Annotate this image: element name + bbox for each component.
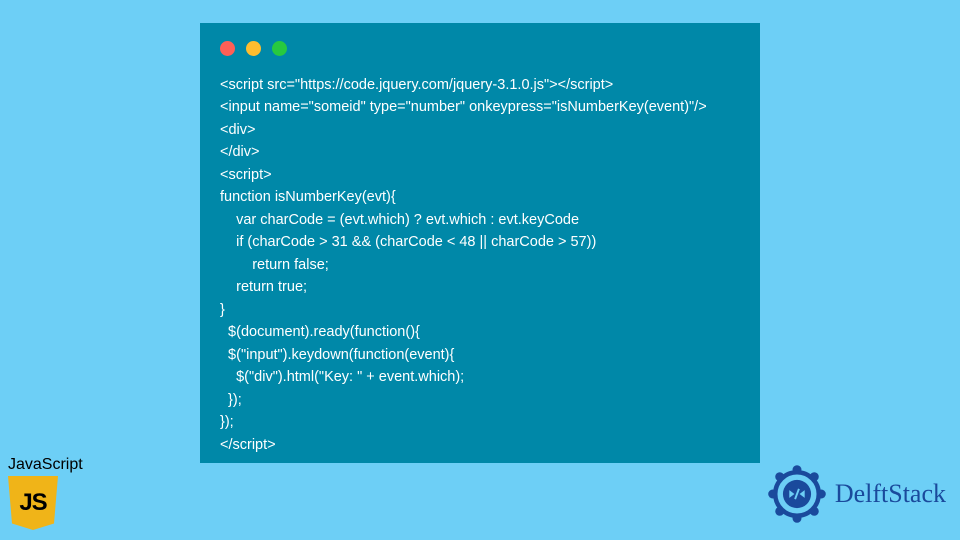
maximize-icon [272, 41, 287, 56]
javascript-shield-text: JS [19, 489, 46, 517]
delftstack-brand: DelftStack [765, 462, 946, 526]
window-controls [220, 41, 740, 56]
javascript-shield-icon: JS [8, 476, 58, 530]
close-icon [220, 41, 235, 56]
minimize-icon [246, 41, 261, 56]
javascript-label: JavaScript [8, 456, 83, 474]
code-window: <script src="https://code.jquery.com/jqu… [200, 23, 760, 463]
code-block: <script src="https://code.jquery.com/jqu… [220, 74, 740, 456]
delftstack-name: DelftStack [835, 479, 946, 509]
javascript-badge: JavaScript JS [8, 456, 83, 530]
delftstack-logo-icon [765, 462, 829, 526]
